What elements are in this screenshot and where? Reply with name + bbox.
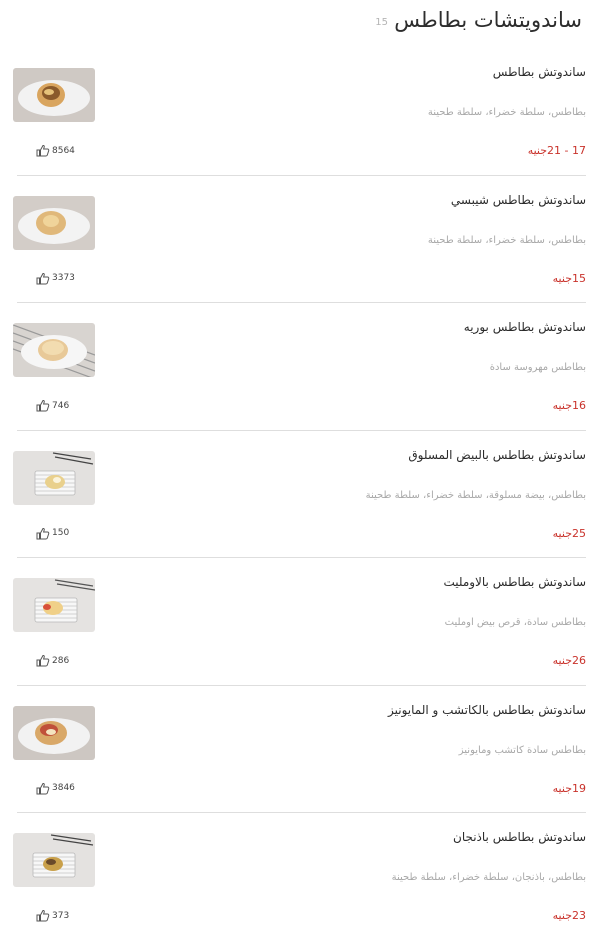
item-count: 15 (375, 17, 388, 28)
like-count: 3846 (52, 783, 75, 793)
menu-item[interactable]: ساندوتش بطاطس بالكاتشب و المايونيز بطاطس… (13, 686, 586, 813)
like-button[interactable]: 3373 (36, 272, 75, 285)
thumbs-up-icon (36, 782, 50, 794)
like-count: 150 (52, 528, 70, 538)
menu-item[interactable]: ساندوتش بطاطس باذنجان بطاطس، باذنجان، سل… (13, 813, 586, 938)
menu-item[interactable]: ساندوتش بطاطس بطاطس، سلطة خضراء، سلطة طح… (13, 48, 586, 176)
item-price: 16جنيه (552, 399, 586, 412)
like-count: 373 (52, 910, 70, 921)
menu-item[interactable]: ساندوتش بطاطس شيبسي بطاطس، سلطة خضراء، س… (13, 176, 586, 303)
sandwich-image (13, 323, 95, 377)
sandwich-image (13, 195, 95, 250)
thumbs-up-icon (36, 654, 50, 667)
food-photo[interactable] (13, 323, 95, 377)
item-name[interactable]: ساندوتش بطاطس (493, 65, 586, 79)
item-description: بطاطس، بيضة مسلوقة، سلطة خضراء، سلطة طحي… (365, 489, 586, 501)
food-photo[interactable] (13, 68, 95, 122)
thumbs-up-icon (36, 272, 50, 284)
menu-list: ساندوتش بطاطس بطاطس، سلطة خضراء، سلطة طح… (0, 48, 596, 938)
like-button[interactable]: 150 (36, 527, 69, 540)
item-price: 15جنيه (552, 271, 586, 285)
page-header: ساندويتشات بطاطس 15 (0, 0, 596, 50)
sandwich-image (13, 68, 95, 122)
item-name[interactable]: ساندوتش بطاطس باذنجان (453, 830, 586, 844)
like-count: 746 (52, 400, 70, 411)
food-photo[interactable] (13, 705, 95, 760)
item-name[interactable]: ساندوتش بطاطس بالبيض المسلوق (408, 448, 586, 462)
like-button[interactable]: 286 (36, 654, 69, 667)
item-price: 17 - 21جنيه (527, 144, 586, 157)
item-description: بطاطس، سلطة خضراء، سلطة طحينة (427, 234, 586, 246)
food-photo[interactable] (13, 195, 95, 250)
item-name[interactable]: ساندوتش بطاطس بالاومليت (443, 575, 586, 589)
food-photo[interactable] (13, 833, 95, 887)
food-photo[interactable] (13, 450, 95, 505)
page-title: ساندويتشات بطاطس (394, 8, 582, 32)
sandwich-image (13, 578, 95, 632)
thumbs-up-icon (36, 399, 50, 412)
like-count: 8564 (52, 145, 75, 156)
like-count: 3373 (52, 273, 75, 283)
item-name[interactable]: ساندوتش بطاطس بوريه (464, 320, 586, 334)
menu-item[interactable]: ساندوتش بطاطس بالاومليت بطاطس سادة، قرص … (13, 558, 586, 686)
menu-item[interactable]: ساندوتش بطاطس بالبيض المسلوق بطاطس، بيضة… (13, 431, 586, 558)
thumbs-up-icon (36, 527, 50, 539)
sandwich-image (13, 450, 95, 505)
sandwich-image (13, 705, 95, 760)
like-button[interactable]: 3846 (36, 782, 75, 795)
item-price: 23جنيه (552, 909, 586, 922)
item-price: 19جنيه (552, 781, 586, 795)
item-description: بطاطس مهروسة سادة (489, 362, 586, 373)
like-count: 286 (52, 655, 70, 666)
menu-item[interactable]: ساندوتش بطاطس بوريه بطاطس مهروسة سادة 16… (13, 303, 586, 431)
item-name[interactable]: ساندوتش بطاطس شيبسي (451, 193, 586, 207)
like-button[interactable]: 8564 (36, 144, 75, 157)
thumbs-up-icon (36, 909, 50, 922)
sandwich-image (13, 833, 95, 887)
thumbs-up-icon (36, 144, 50, 157)
item-description: بطاطس سادة، قرص بيض اومليت (444, 617, 586, 628)
like-button[interactable]: 373 (36, 909, 69, 922)
food-photo[interactable] (13, 578, 95, 632)
item-price: 25جنيه (552, 526, 586, 540)
item-description: بطاطس، باذنجان، سلطة خضراء، سلطة طحينة (391, 872, 586, 883)
item-name[interactable]: ساندوتش بطاطس بالكاتشب و المايونيز (388, 703, 586, 717)
item-description: بطاطس، سلطة خضراء، سلطة طحينة (427, 107, 586, 118)
like-button[interactable]: 746 (36, 399, 69, 412)
item-description: بطاطس سادة كاتشب ومايونيز (458, 744, 586, 756)
item-price: 26جنيه (552, 654, 586, 667)
